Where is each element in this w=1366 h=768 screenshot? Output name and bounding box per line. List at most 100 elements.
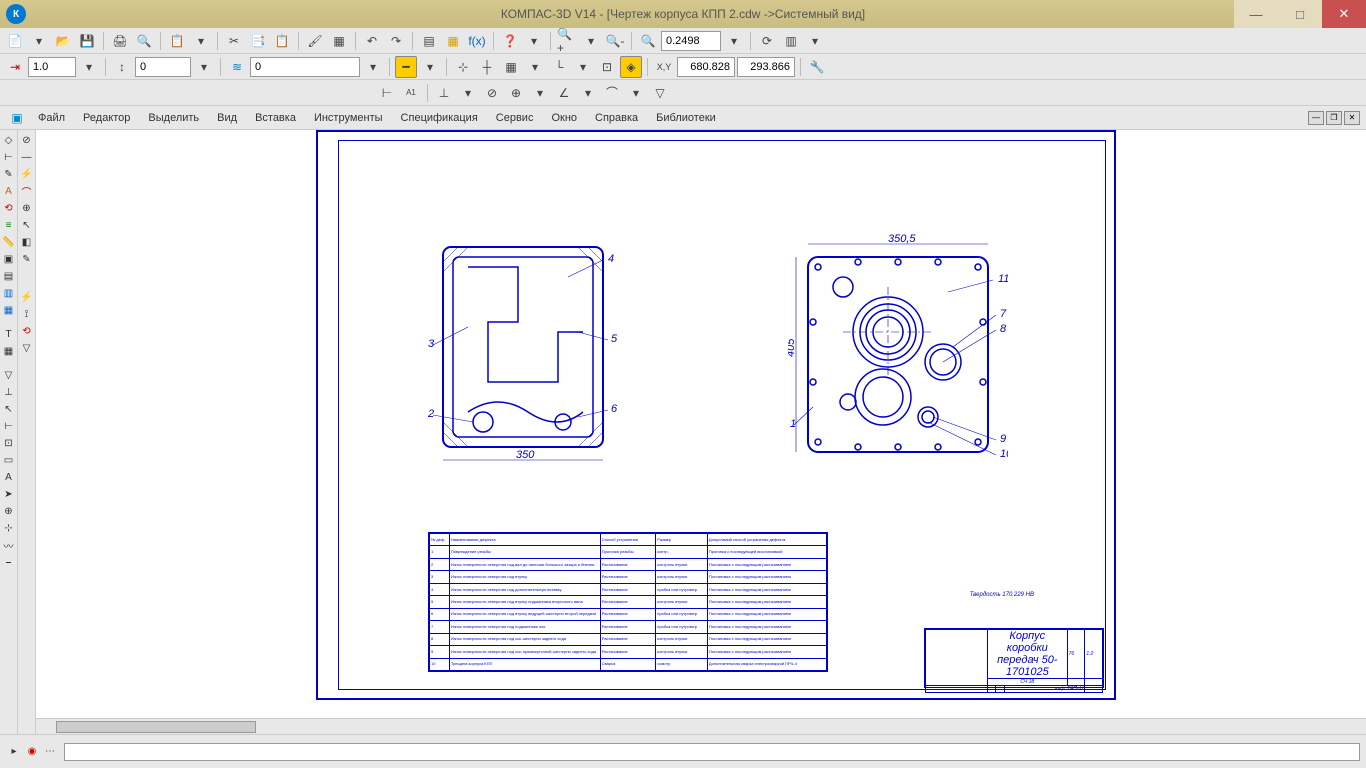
doc-icon[interactable]: ▣ (6, 107, 28, 129)
line-style-dropdown[interactable]: ▾ (419, 56, 441, 78)
tool2-2-icon[interactable]: — (19, 149, 35, 165)
manager-button[interactable]: ▤ (418, 30, 440, 52)
menu-file[interactable]: Файл (30, 109, 73, 127)
tool-axisline-icon[interactable]: ⊹ (1, 520, 17, 536)
radial-dim-dropdown[interactable]: ▾ (529, 82, 551, 104)
menu-select[interactable]: Выделить (140, 109, 207, 127)
tool2-6-icon[interactable]: ↖ (19, 217, 35, 233)
tool-text-icon[interactable]: A (1, 183, 17, 199)
properties-dropdown[interactable]: ▾ (190, 30, 212, 52)
tool-pos-icon[interactable]: ⊡ (1, 435, 17, 451)
menu-tools[interactable]: Инструменты (306, 109, 391, 127)
zoom-dropdown[interactable]: ▾ (723, 30, 745, 52)
tool-arrow-icon[interactable]: ➤ (1, 486, 17, 502)
tool-select-icon[interactable]: ▣ (1, 251, 17, 267)
linear-dim-dropdown[interactable]: ▾ (457, 82, 479, 104)
menu-window[interactable]: Окно (543, 109, 585, 127)
tool2-5-icon[interactable]: ⊕ (19, 200, 35, 216)
cut-button[interactable]: ✂ (223, 30, 245, 52)
tool2-8-icon[interactable]: ✎ (19, 251, 35, 267)
step-input[interactable] (28, 57, 76, 77)
format-painter-button[interactable]: 🖌 (304, 30, 326, 52)
dim-toggle-button[interactable]: A1 (400, 82, 422, 104)
tool2-12-icon[interactable]: ▽ (19, 340, 35, 356)
menu-spec[interactable]: Спецификация (393, 109, 486, 127)
angular-dim-button[interactable]: ∠ (553, 82, 575, 104)
select-all-button[interactable]: ▦ (328, 30, 350, 52)
step-dropdown[interactable]: ▾ (78, 56, 100, 78)
tool-leader-icon[interactable]: ↖ (1, 401, 17, 417)
arc-dim-button[interactable]: ⌒ (601, 82, 623, 104)
snap-1-button[interactable]: ⊹ (452, 56, 474, 78)
snap-end-button[interactable]: ⊡ (596, 56, 618, 78)
zoom-value-input[interactable] (661, 31, 721, 51)
tool-reports-icon[interactable]: ▥ (1, 285, 17, 301)
tool2-9-icon[interactable]: ⚡ (19, 289, 35, 305)
prop-stop-icon[interactable]: ◉ (24, 744, 40, 760)
step-button[interactable]: ⇥ (4, 56, 26, 78)
doc-restore-button[interactable]: ❐ (1326, 111, 1342, 125)
angle-dropdown[interactable]: ▾ (193, 56, 215, 78)
open-button[interactable]: 📂 (52, 30, 74, 52)
tool-dimensions-icon[interactable]: ⊢ (1, 149, 17, 165)
zoom-in-button[interactable]: 🔍+ (556, 30, 578, 52)
doc-minimize-button[interactable]: — (1308, 111, 1324, 125)
tool-wave-icon[interactable]: 〰 (1, 537, 17, 553)
tool-centermark-icon[interactable]: ⊕ (1, 503, 17, 519)
zoom-in-dropdown[interactable]: ▾ (580, 30, 602, 52)
tool-base-icon[interactable]: ⊥ (1, 384, 17, 400)
tool-params-icon[interactable]: ≡ (1, 217, 17, 233)
zoom-out-button[interactable]: 🔍- (604, 30, 626, 52)
drawing-canvas[interactable]: 3 2 4 5 6 350 (36, 130, 1366, 734)
prop-auto-icon[interactable]: ▸ (6, 744, 22, 760)
snap-local-button[interactable]: ◈ (620, 56, 642, 78)
undo-button[interactable]: ↶ (361, 30, 383, 52)
menu-insert[interactable]: Вставка (247, 109, 304, 127)
snap-grid-button[interactable]: ▦ (500, 56, 522, 78)
angle-input[interactable] (135, 57, 191, 77)
maximize-button[interactable]: □ (1278, 0, 1322, 28)
tool-geometry-icon[interactable]: ◇ (1, 132, 17, 148)
new-dropdown[interactable]: ▾ (28, 30, 50, 52)
tool-measure-icon[interactable]: 📏 (1, 234, 17, 250)
height-dim-button[interactable]: ▽ (649, 82, 671, 104)
layer-icon[interactable]: ≋ (226, 56, 248, 78)
diameter-dim-button[interactable]: ⊘ (481, 82, 503, 104)
views-dropdown[interactable]: ▾ (804, 30, 826, 52)
auto-dim-button[interactable]: ⊢ (376, 82, 398, 104)
zoom-window-button[interactable]: 🔍 (637, 30, 659, 52)
variables-button[interactable]: f(x) (466, 30, 488, 52)
tool-mark-icon[interactable]: ⊢ (1, 418, 17, 434)
tool-break-icon[interactable]: ⎯ (1, 554, 17, 570)
horizontal-scrollbar[interactable] (36, 718, 1366, 734)
tool-cutline-icon[interactable]: A (1, 469, 17, 485)
menu-edit[interactable]: Редактор (75, 109, 138, 127)
print-button[interactable]: 🖨 (109, 30, 131, 52)
message-input[interactable] (64, 743, 1360, 761)
menu-libs[interactable]: Библиотеки (648, 109, 724, 127)
arc-dim-dropdown[interactable]: ▾ (625, 82, 647, 104)
coord-y-input[interactable] (737, 57, 795, 77)
help-button[interactable]: ❓ (499, 30, 521, 52)
redo-button[interactable]: ↷ (385, 30, 407, 52)
help-dropdown[interactable]: ▾ (523, 30, 545, 52)
save-button[interactable]: 💾 (76, 30, 98, 52)
tool2-7-icon[interactable]: ◧ (19, 234, 35, 250)
tool2-10-icon[interactable]: ⟟ (19, 306, 35, 322)
layer-dropdown[interactable]: ▾ (362, 56, 384, 78)
tool-symbols-icon[interactable]: ✎ (1, 166, 17, 182)
views-button[interactable]: ▥ (780, 30, 802, 52)
snap-grid-dropdown[interactable]: ▾ (524, 56, 546, 78)
snap-ortho-button[interactable]: └ (548, 56, 570, 78)
snap-ortho-dropdown[interactable]: ▾ (572, 56, 594, 78)
tool2-11-icon[interactable]: ⟲ (19, 323, 35, 339)
snap-2-button[interactable]: ┼ (476, 56, 498, 78)
tool-table-icon[interactable]: ▦ (1, 343, 17, 359)
extra-tool-button[interactable]: 🔧 (806, 56, 828, 78)
tool-input-text-icon[interactable]: T (1, 326, 17, 342)
properties-button[interactable]: 📋 (166, 30, 188, 52)
tool2-4-icon[interactable]: ⌒ (19, 183, 35, 199)
coord-x-input[interactable] (677, 57, 735, 77)
copy-button[interactable]: 📑 (247, 30, 269, 52)
tool-views-icon[interactable]: ▦ (1, 302, 17, 318)
